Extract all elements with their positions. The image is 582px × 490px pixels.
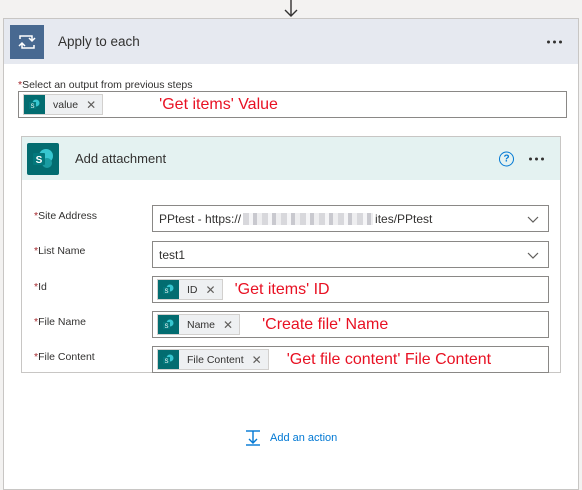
svg-text:S: S bbox=[30, 104, 34, 110]
action-more-options-button[interactable] bbox=[525, 153, 548, 164]
site-address-label: *Site Address bbox=[34, 210, 98, 222]
help-icon[interactable]: ? bbox=[499, 151, 514, 166]
list-name-label: *List Name bbox=[34, 245, 86, 257]
remove-token-close-icon[interactable]: ✕ bbox=[86, 99, 96, 111]
loop-icon bbox=[10, 24, 44, 59]
site-address-dropdown[interactable]: PPtest - https:// ites/PPtest bbox=[152, 205, 549, 232]
chevron-down-icon bbox=[527, 216, 539, 223]
remove-token-close-icon[interactable]: ✕ bbox=[206, 284, 216, 296]
file-content-token[interactable]: S File Content ✕ bbox=[157, 349, 269, 370]
add-attachment-card: S Add attachment ? *Site Address PPtest … bbox=[21, 136, 561, 373]
file-content-annotation: 'Get file content' File Content bbox=[286, 350, 492, 368]
name-token[interactable]: S Name ✕ bbox=[157, 314, 241, 335]
add-action-icon bbox=[246, 430, 260, 446]
file-content-label: *File Content bbox=[34, 351, 95, 363]
more-options-button[interactable] bbox=[543, 36, 566, 47]
add-attachment-header[interactable]: S Add attachment ? bbox=[22, 137, 560, 180]
value-annotation: 'Get items' Value bbox=[159, 95, 278, 113]
redacted-url bbox=[243, 212, 374, 225]
svg-text:S: S bbox=[164, 324, 168, 330]
select-output-field[interactable]: S value ✕ 'Get items' Value bbox=[18, 91, 567, 118]
file-content-field[interactable]: S File Content ✕ 'Get file content' File… bbox=[152, 346, 549, 373]
file-name-field[interactable]: S Name ✕ 'Create file' Name bbox=[152, 311, 549, 338]
arrow-down-icon bbox=[284, 0, 298, 17]
add-attachment-title: Add attachment bbox=[75, 151, 167, 166]
sharepoint-icon: S bbox=[158, 315, 179, 334]
apply-to-each-card: Apply to each *Select an output from pre… bbox=[3, 18, 579, 490]
remove-token-close-icon[interactable]: ✕ bbox=[252, 354, 262, 366]
svg-text:S: S bbox=[36, 155, 43, 166]
id-annotation: 'Get items' ID bbox=[234, 280, 330, 298]
file-name-annotation: 'Create file' Name bbox=[262, 315, 389, 333]
id-field[interactable]: S ID ✕ 'Get items' ID bbox=[152, 276, 549, 303]
value-token[interactable]: S value ✕ bbox=[23, 94, 104, 115]
remove-token-close-icon[interactable]: ✕ bbox=[223, 319, 233, 331]
add-an-action-button[interactable]: Add an action bbox=[244, 429, 337, 447]
apply-to-each-title: Apply to each bbox=[58, 34, 140, 49]
id-label: *Id bbox=[34, 281, 47, 293]
file-name-label: *File Name bbox=[34, 316, 86, 328]
sharepoint-icon: S bbox=[158, 280, 179, 299]
select-output-label: *Select an output from previous steps bbox=[18, 79, 193, 91]
more-icon bbox=[529, 157, 532, 160]
id-token[interactable]: S ID ✕ bbox=[157, 279, 223, 300]
svg-text:S: S bbox=[164, 289, 168, 295]
apply-to-each-header[interactable]: Apply to each bbox=[4, 19, 578, 64]
list-name-dropdown[interactable]: test1 bbox=[152, 241, 549, 268]
sharepoint-icon: S bbox=[158, 350, 179, 369]
sharepoint-icon: S bbox=[24, 95, 45, 114]
sharepoint-icon: S bbox=[27, 142, 59, 175]
more-icon bbox=[547, 40, 550, 43]
chevron-down-icon bbox=[527, 252, 539, 259]
svg-text:S: S bbox=[164, 359, 168, 365]
